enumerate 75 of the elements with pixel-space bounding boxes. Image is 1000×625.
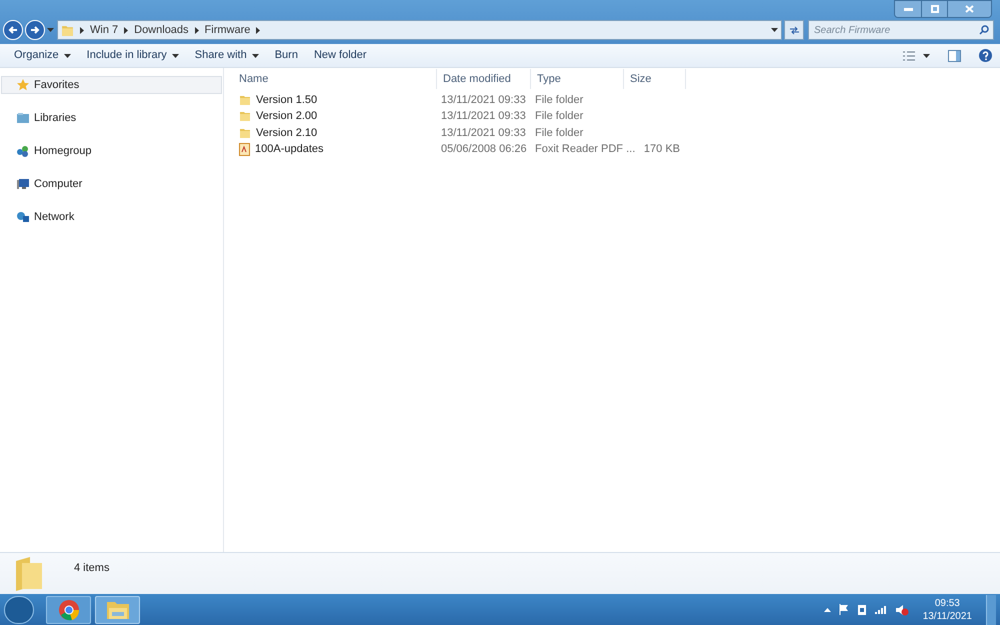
preview-pane-button[interactable] (948, 50, 961, 62)
nav-item[interactable]: Libraries (1, 109, 222, 127)
file-name[interactable]: Version 2.10 (256, 124, 318, 141)
right-arrow-icon (30, 25, 40, 35)
clock-date[interactable]: 13/11/2021 (922, 610, 972, 622)
close-button[interactable] (947, 1, 991, 17)
start-button[interactable] (4, 596, 34, 624)
nav-item[interactable]: Favorites (1, 76, 222, 94)
help-button[interactable] (979, 49, 992, 62)
folder-icon (14, 557, 44, 591)
left-arrow-icon (8, 25, 18, 35)
refresh-button[interactable] (784, 20, 804, 40)
column-header[interactable]: Date modified (437, 69, 531, 89)
type-cell: Foxit Reader PDF ... (535, 142, 636, 155)
type-cell: File folder (535, 94, 584, 106)
show-hidden-icons-icon (824, 608, 831, 612)
back-button[interactable] (3, 20, 23, 40)
date-cell: 13/11/2021 09:33 (441, 110, 526, 122)
search-field[interactable]: Search Firmware (808, 20, 994, 40)
clock-time[interactable]: 09:53 (934, 596, 960, 610)
chevron-icon (124, 26, 128, 34)
toolbar-button[interactable]: New folder (308, 46, 373, 66)
nav-item[interactable]: Network (1, 208, 222, 226)
speaker-muted-icon (894, 604, 909, 616)
column-header[interactable]: Name (233, 69, 437, 89)
chevron-icon (256, 26, 260, 34)
toolbar-button[interactable]: Include in library (80, 46, 185, 66)
pdf-file-icon (239, 142, 250, 156)
caret-icon (771, 28, 778, 32)
folder-icon (239, 94, 251, 106)
chevron-icon (80, 26, 84, 34)
refresh-arrows-icon (788, 26, 800, 34)
breadcrumb-item[interactable]: Win 7 (90, 22, 118, 38)
browser-icon (58, 598, 80, 620)
breadcrumb-item[interactable]: Downloads (134, 22, 189, 38)
caret-icon (923, 54, 930, 58)
date-cell: 13/11/2021 09:33 (441, 94, 526, 106)
signal-bars-icon (874, 604, 887, 614)
toolbar-button[interactable]: Organize (8, 46, 77, 66)
search-icon (979, 25, 989, 35)
homegroup-icon (16, 144, 30, 158)
item-count: 4 items (74, 561, 110, 576)
nav-item[interactable]: Homegroup (1, 142, 222, 160)
history-dropdown[interactable] (47, 28, 55, 32)
size-cell: 170 KB (644, 142, 680, 155)
folder-icon (239, 110, 251, 122)
network-icon (16, 210, 30, 224)
address-bar[interactable]: Win 7 Downloads Firmware (57, 20, 782, 40)
type-cell: File folder (535, 110, 584, 122)
file-name[interactable]: Version 2.00 (256, 108, 318, 125)
date-cell: 13/11/2021 09:33 (441, 126, 526, 138)
date-cell: 05/06/2008 06:26 (441, 142, 527, 155)
file-name[interactable]: Version 1.50 (256, 92, 318, 108)
caret-icon (47, 28, 54, 32)
toolbar-button[interactable]: Burn (268, 46, 304, 66)
file-name[interactable]: 100A-updates (255, 140, 324, 158)
flag-icon (838, 604, 849, 615)
help-icon (979, 49, 992, 62)
nav-item[interactable]: Computer (1, 175, 222, 193)
computer-icon (16, 177, 30, 191)
folder-icon (61, 24, 74, 36)
column-header[interactable]: Type (531, 69, 624, 89)
folder-icon (239, 126, 251, 139)
close-icon (965, 5, 974, 13)
chevron-icon (194, 26, 199, 34)
star-icon (16, 78, 30, 92)
toolbar-button[interactable]: Share with (188, 46, 265, 66)
type-cell: File folder (535, 126, 584, 138)
list-view-icon (903, 50, 915, 60)
breadcrumb-item[interactable]: Firmware (204, 22, 250, 38)
library-icon (16, 111, 30, 125)
maximize-button[interactable] (921, 1, 947, 17)
forward-button[interactable] (25, 20, 45, 40)
folder-icon (106, 600, 130, 620)
column-header[interactable]: Size (624, 69, 686, 89)
